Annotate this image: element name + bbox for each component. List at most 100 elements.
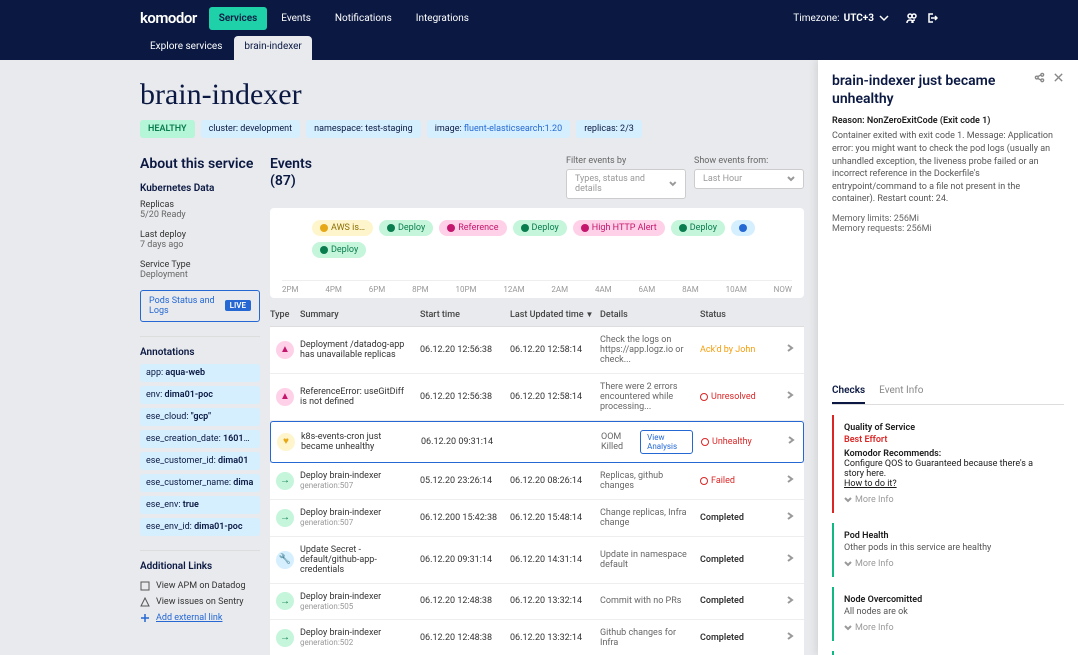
panel-tabs: Checks Event Info (832, 379, 1064, 405)
annotations-title: Annotations (140, 347, 260, 358)
timeline-chip[interactable]: AWS is… (312, 220, 373, 236)
top-bar: komodor Services Events Notifications In… (0, 0, 1078, 36)
annotation: app: aqua-web (140, 364, 260, 382)
nav-integrations[interactable]: Integrations (406, 7, 479, 30)
annotation: env: dima01-poc (140, 386, 260, 404)
chevron-down-icon (878, 12, 890, 24)
show-from-label: Show events from: (694, 156, 804, 166)
more-info-toggle[interactable]: More Info (844, 495, 1054, 505)
table-row[interactable]: ▲Deployment /datadog-app has unavailable… (270, 327, 804, 374)
nav-notifications[interactable]: Notifications (325, 7, 402, 30)
namespace-badge: namespace: test-staging (306, 120, 421, 138)
link-sentry[interactable]: View issues on Sentry (140, 594, 260, 610)
table-row[interactable]: →Deploy brain-indexergeneration:50206.12… (270, 620, 804, 655)
live-badge: LIVE (225, 300, 251, 311)
timeline-chip[interactable] (731, 220, 755, 236)
panel-title: brain-indexer just became unhealthy (832, 72, 1034, 108)
check-card: Spec ChangesNo changes found in the last… (832, 651, 1064, 655)
timeline-chip[interactable]: Deploy (312, 242, 366, 258)
more-info-toggle[interactable]: More Info (844, 559, 1054, 569)
table-row[interactable]: →Deploy brain-indexergeneration:50705.12… (270, 463, 804, 500)
tab-service[interactable]: brain-indexer (234, 36, 311, 60)
tab-event-info[interactable]: Event Info (879, 379, 923, 404)
nav-services[interactable]: Services (209, 7, 268, 30)
links-title: Additional Links (140, 561, 260, 572)
detail-panel: brain-indexer just became unhealthy Reas… (818, 60, 1078, 655)
chevron-right-icon (786, 596, 794, 604)
timeline-chip[interactable]: Deploy (513, 220, 567, 236)
view-analysis-button[interactable]: View Analysis (640, 430, 693, 454)
table-row[interactable]: ▲ReferenceError: useGitDiff is not defin… (270, 374, 804, 421)
chevron-right-icon (786, 512, 794, 520)
annotation: ese_creation_date: 16014... (140, 430, 260, 448)
timeline-axis: 2PM4PM6PM8PM10PM12AM2AM4AM6AM8AM10AMNOW (282, 280, 792, 294)
table-row[interactable]: 🔧Update Secret - default/github-app-cred… (270, 537, 804, 584)
memory-limits: Memory limits: 256Mi (832, 214, 1064, 224)
more-info-toggle[interactable]: More Info (844, 623, 1054, 633)
row-type-icon: ▲ (276, 388, 294, 406)
about-title: About this service (140, 156, 260, 173)
pods-status-button[interactable]: Pods Status and Logs LIVE (140, 290, 260, 322)
table-row[interactable]: →Deploy brain-indexergeneration:50506.12… (270, 584, 804, 620)
timeline-chip[interactable]: Reference (439, 220, 506, 236)
show-from-dropdown[interactable]: Last Hour (694, 169, 804, 189)
tab-explore[interactable]: Explore services (140, 36, 232, 60)
annotations-list: app: aqua-web env: dima01-poc ese_cloud: "… (140, 364, 260, 536)
row-type-icon: → (276, 509, 294, 527)
page-title: brain-indexer (140, 78, 812, 112)
row-type-icon: 🔧 (276, 551, 294, 569)
logo: komodor (140, 9, 197, 27)
reason-text: Container exited with exit code 1. Messa… (832, 130, 1064, 206)
timeline-chip[interactable]: Deploy (379, 220, 433, 236)
close-icon[interactable] (1053, 72, 1064, 83)
annotation: ese_cloud: "gcp" (140, 408, 260, 426)
timezone[interactable]: Timezone: UTC+3 (793, 12, 938, 24)
share-icon[interactable] (1034, 72, 1045, 83)
annotation: ese_env_id: dima01-poc (140, 518, 260, 536)
table-header: Type Summary Start time Last Updated tim… (270, 304, 804, 327)
events-title: Events (270, 156, 312, 173)
k8s-data-title: Kubernetes Data (140, 183, 260, 194)
events-count: (87) (270, 173, 312, 190)
filter-types-dropdown[interactable]: Types, status and details (566, 169, 686, 199)
timeline-card: AWS is… Deploy Reference Deploy High HTTP Al… (270, 208, 804, 298)
service-badges: HEALTHY cluster: development namespace: … (140, 120, 812, 138)
memory-requests: Memory requests: 256Mi (832, 224, 1064, 234)
annotation: ese_customer_name: dima (140, 474, 260, 492)
check-card: Pod HealthOther pods in this service are… (832, 523, 1064, 577)
check-card: Node OvercomittedAll nodes are okMore In… (832, 587, 1064, 641)
timeline-chip[interactable]: High HTTP Alert (573, 220, 665, 236)
annotation: ese_customer_id: dima01 (140, 452, 260, 470)
image-badge: image: fluent-elasticsearch:1.20 (427, 120, 571, 138)
row-type-icon: → (276, 592, 294, 610)
filter-label: Filter events by (566, 156, 686, 166)
chevron-right-icon (787, 436, 795, 444)
health-badge: HEALTHY (140, 120, 195, 138)
main-nav: Services Events Notifications Integratio… (209, 7, 479, 30)
sort-down-icon[interactable]: ▼ (586, 310, 594, 319)
service-tabs: Explore services brain-indexer (0, 36, 1078, 60)
users-icon[interactable] (906, 12, 918, 24)
nav-events[interactable]: Events (271, 7, 321, 30)
add-external-link[interactable]: Add external link (140, 610, 260, 626)
chevron-right-icon (786, 475, 794, 483)
check-card: Quality of ServiceBest EffortKomodor Rec… (832, 415, 1064, 513)
row-type-icon: ▲ (276, 341, 294, 359)
row-type-icon: → (276, 629, 294, 647)
chevron-right-icon (786, 391, 794, 399)
chevron-right-icon (786, 344, 794, 352)
cluster-badge: cluster: development (201, 120, 301, 138)
row-type-icon: ♥ (277, 433, 295, 451)
row-type-icon: → (276, 472, 294, 490)
chevron-right-icon (786, 632, 794, 640)
tab-checks[interactable]: Checks (832, 379, 865, 404)
logout-icon[interactable] (926, 12, 938, 24)
link-datadog[interactable]: View APM on Datadog (140, 578, 260, 594)
table-row[interactable]: →Deploy brain-indexergeneration:50706.12… (270, 500, 804, 537)
chevron-right-icon (786, 554, 794, 562)
timeline-chip[interactable]: Deploy (671, 220, 725, 236)
replicas-badge: replicas: 2/3 (576, 120, 642, 138)
annotation: ese_env: true (140, 496, 260, 514)
table-row[interactable]: ♥k8s-events-cron just became unhealthy06… (270, 421, 804, 463)
reason-title: Reason: NonZeroExitCode (Exit code 1) (832, 116, 1064, 126)
